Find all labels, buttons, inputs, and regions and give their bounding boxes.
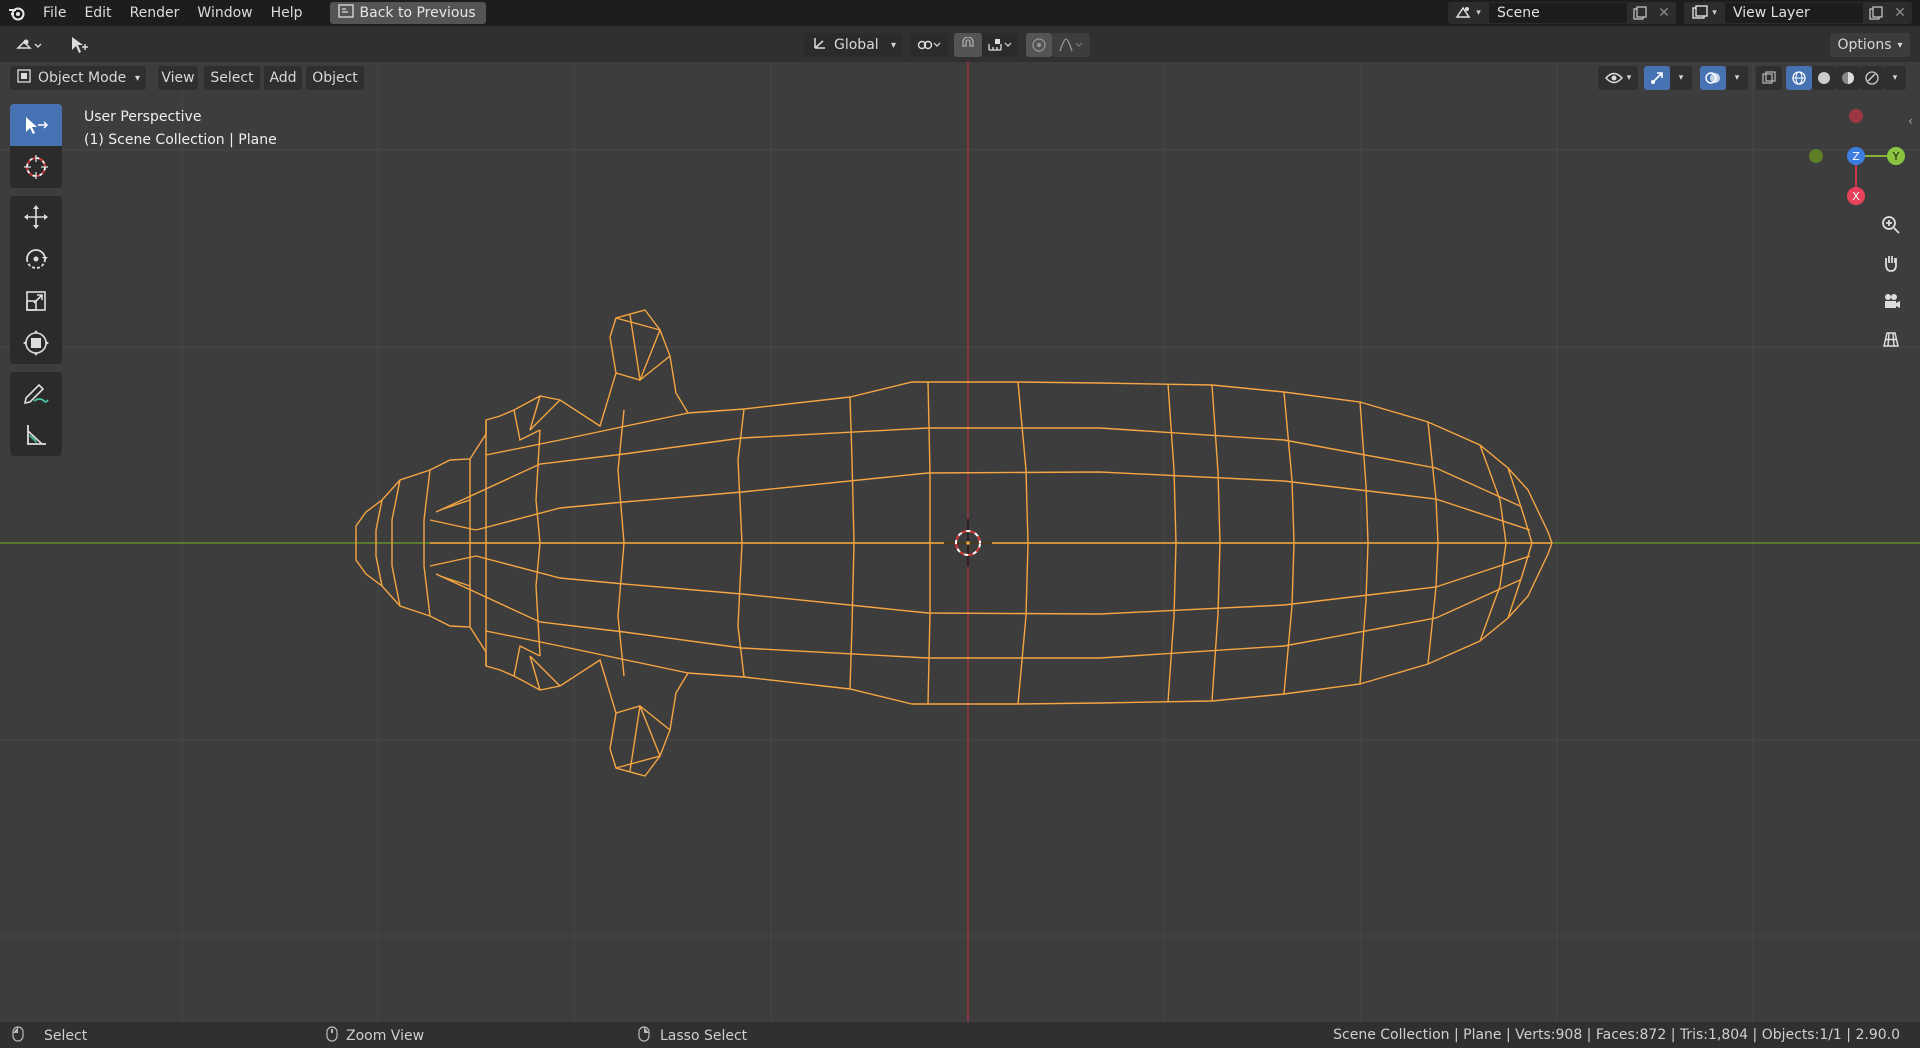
snap-toggle-magnet-icon[interactable] [954,33,982,57]
rotate-icon[interactable] [10,238,62,280]
mouse-right-icon [636,1026,652,1046]
overlays-dropdown-chevron-icon[interactable]: ▾ [1726,66,1748,90]
new-scene-icon[interactable] [1628,2,1652,24]
options-label: Options [1837,37,1892,53]
mode-chevron-down-icon: ▾ [134,72,140,84]
overlays-toggle-icon[interactable] [1700,66,1726,90]
scene-statistics: Scene Collection | Plane | Verts:908 | F… [1333,1027,1900,1043]
tool-gap [10,364,62,372]
select-box-icon[interactable] [10,104,62,146]
editor-type-icon[interactable] [8,33,50,57]
gizmo-dropdown-chevron-icon[interactable]: ▾ [1670,66,1692,90]
view-layer-selector[interactable]: ▾ View Layer ✕ [1684,2,1912,24]
move-icon[interactable] [10,196,62,238]
object-mode-dropdown[interactable]: Object Mode ▾ [10,66,146,90]
chevron-down-icon: ▾ [890,39,896,51]
tool-gap [10,188,62,196]
camera-icon[interactable] [1876,286,1906,316]
menu-file[interactable]: File [34,0,75,26]
status-zoom-hint: Zoom View [326,1026,424,1046]
select-box-header-icon[interactable] [62,33,96,57]
shading-dropdown-chevron-icon[interactable]: ▾ [1884,66,1906,90]
gizmo-z-label: Z [1852,150,1860,163]
grid-icon[interactable] [1876,324,1906,354]
sidebar-toggle-chevron-left-icon[interactable]: ‹ [1908,114,1913,128]
orientation-axes-icon [812,35,828,55]
status-zoom-label: Zoom View [346,1028,425,1044]
add-menu[interactable]: Add [264,66,302,90]
status-select-label: Select [44,1028,88,1044]
measure-icon[interactable] [10,414,62,456]
rendered-shading-icon[interactable] [1860,66,1884,90]
zoom-icon[interactable] [1876,210,1906,240]
select-menu[interactable]: Select [204,66,260,90]
object-mode-cube-icon [16,68,32,88]
cursor-icon[interactable] [10,146,62,188]
menu-edit[interactable]: Edit [75,0,120,26]
status-select-hint: Select [12,1026,87,1046]
3d-viewport[interactable]: Z Y X User Perspective (1) Scene Collect… [0,62,1920,1022]
blender-logo-icon[interactable] [0,0,34,26]
new-view-layer-icon[interactable] [1864,2,1888,24]
view-menu[interactable]: View [158,66,198,90]
scene-selector[interactable]: ▾ Scene ✕ [1448,2,1676,24]
menu-help[interactable]: Help [262,0,312,26]
status-lasso-label: Lasso Select [660,1028,748,1044]
remove-scene-close-icon[interactable]: ✕ [1652,2,1676,24]
menu-render[interactable]: Render [121,0,189,26]
xray-toggle-icon[interactable] [1756,66,1782,90]
perspective-label: User Perspective [84,109,202,125]
transform-orientation-dropdown[interactable]: Global ▾ [804,33,902,57]
scale-icon[interactable] [10,280,62,322]
tool-settings-header: Global ▾ Options ▾ [0,26,1920,62]
back-to-previous-label: Back to Previous [359,5,476,21]
back-to-previous-button[interactable]: Back to Previous [329,2,486,24]
gizmo-toggle-icon[interactable] [1644,66,1670,90]
mouse-left-icon [12,1026,24,1046]
solid-shading-icon[interactable] [1812,66,1836,90]
snap-target-dropdown[interactable] [982,33,1018,57]
object-mode-label: Object Mode [38,70,127,86]
viewport-header: Object Mode ▾ View Select Add Object ▾ ▾… [0,66,1920,90]
scene-icon[interactable]: ▾ [1448,2,1488,24]
navigation-gizmo: Z Y X [1809,109,1905,205]
proportional-editing-icon[interactable] [1026,33,1052,57]
remove-view-layer-close-icon[interactable]: ✕ [1888,2,1912,24]
options-dropdown[interactable]: Options ▾ [1830,33,1910,57]
mouse-middle-icon [326,1026,338,1046]
visibility-eye-icon[interactable]: ▾ [1598,66,1638,90]
transform-icon[interactable] [10,322,62,364]
scene-name-field[interactable]: Scene [1488,2,1628,24]
tool-shelf [10,104,62,456]
collection-label: (1) Scene Collection | Plane [84,132,277,148]
back-screen-icon [337,4,354,22]
proportional-falloff-icon[interactable] [1052,33,1090,57]
transform-orientation-label: Global [834,37,879,53]
annotate-icon[interactable] [10,372,62,414]
object-menu[interactable]: Object [306,66,364,90]
hand-icon[interactable] [1876,248,1906,278]
wireframe-shading-icon[interactable] [1786,66,1812,90]
options-chevron-down-icon: ▾ [1897,39,1903,51]
status-bar: Select Zoom View Lasso Select Scene Coll… [0,1022,1920,1048]
status-lasso-hint: Lasso Select [636,1026,747,1046]
menu-window[interactable]: Window [188,0,261,26]
3d-cursor [944,519,992,567]
view-layer-icon[interactable]: ▾ [1684,2,1724,24]
gizmo-x-label: X [1852,190,1860,203]
view-layer-name-field[interactable]: View Layer [1724,2,1864,24]
viewport-info-overlay: User Perspective (1) Scene Collection | … [84,106,277,152]
gizmo-y-label: Y [1892,150,1900,163]
top-menu-bar: File Edit Render Window Help Back to Pre… [0,0,1920,26]
viewport-canvas[interactable]: Z Y X [0,62,1920,1022]
pivot-point-dropdown[interactable] [910,33,948,57]
material-shading-icon[interactable] [1836,66,1860,90]
